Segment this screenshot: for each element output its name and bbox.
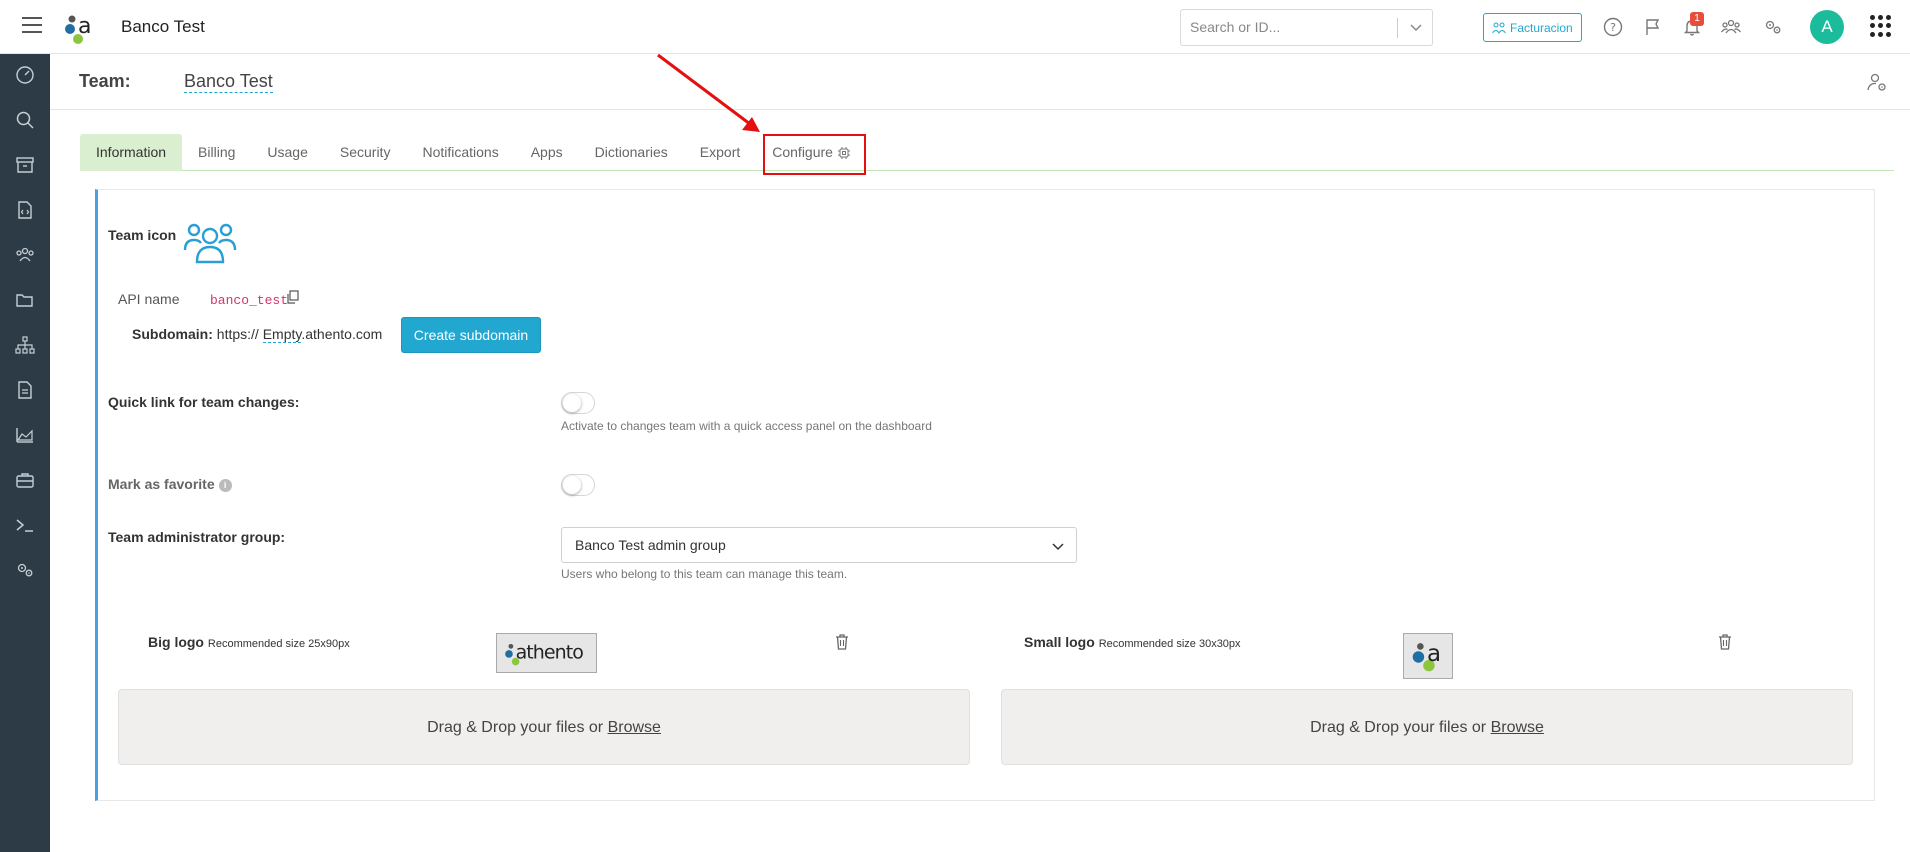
browse-link[interactable]: Browse — [608, 719, 661, 736]
annotation-arrow — [657, 53, 760, 132]
team-header: Team: Banco Test — [50, 54, 1910, 110]
team-label: Team: — [79, 71, 131, 91]
top-bar: a Banco Test Facturacion ? 1 A — [0, 0, 1910, 54]
subdomain-row: Subdomain: https:// Empty.athento.com — [132, 326, 383, 343]
info-icon[interactable]: i — [218, 479, 232, 492]
team-users-icon[interactable] — [183, 220, 237, 266]
small-logo-preview: a — [1403, 633, 1453, 679]
small-logo-dropzone[interactable]: Drag & Drop your files or Browse — [1001, 689, 1853, 765]
apps-grid-icon[interactable] — [1870, 15, 1892, 37]
browse-link[interactable]: Browse — [1491, 719, 1544, 736]
tab-billing[interactable]: Billing — [182, 134, 251, 171]
chevron-down-icon — [1052, 543, 1064, 551]
facturacion-label: Facturacion — [1510, 20, 1573, 35]
quick-link-hint: Activate to changes team with a quick ac… — [561, 419, 932, 433]
big-logo-hint: Recommended size 25x90px — [207, 638, 350, 650]
dropzone-text: Drag & Drop your files or — [427, 719, 604, 736]
area-chart-icon[interactable] — [14, 424, 36, 446]
terminal-icon[interactable] — [14, 514, 36, 536]
team-icon-label: Team icon — [108, 227, 177, 243]
svg-text:a: a — [78, 14, 91, 39]
subdomain-label: Subdomain: — [132, 326, 213, 342]
hamburger-menu-icon[interactable] — [22, 17, 42, 33]
app-title: Banco Test — [121, 17, 205, 36]
facturacion-button[interactable]: Facturacion — [1483, 13, 1582, 42]
svg-text:a: a — [1427, 641, 1441, 667]
quick-link-label: Quick link for team changes: — [108, 394, 300, 410]
flag-icon[interactable] — [1642, 16, 1664, 38]
small-logo-title: Small logo Recommended size 30x30px — [1024, 634, 1241, 650]
trash-icon[interactable] — [835, 634, 849, 650]
tab-apps[interactable]: Apps — [515, 134, 579, 171]
archive-icon[interactable] — [14, 154, 36, 176]
search-box[interactable] — [1180, 9, 1433, 46]
subdomain-prefix: https:// — [216, 326, 259, 342]
athento-logo[interactable]: a — [62, 11, 96, 45]
team-tabs: Information Billing Usage Security Notif… — [80, 134, 1894, 171]
quick-link-toggle[interactable] — [561, 392, 595, 414]
big-logo-dropzone[interactable]: Drag & Drop your files or Browse — [118, 689, 970, 765]
search-divider — [1397, 18, 1398, 38]
dropzone-text: Drag & Drop your files or — [1310, 719, 1487, 736]
big-logo-title: Big logo Recommended size 25x90px — [148, 634, 350, 650]
tab-information[interactable]: Information — [80, 134, 183, 171]
document-icon[interactable] — [14, 379, 36, 401]
folders-icon[interactable] — [14, 289, 36, 311]
tab-usage[interactable]: Usage — [251, 134, 323, 171]
user-avatar[interactable]: A — [1810, 10, 1844, 44]
chevron-down-icon[interactable] — [1410, 21, 1422, 33]
user-settings-icon[interactable] — [1866, 71, 1888, 93]
tab-security[interactable]: Security — [324, 134, 407, 171]
admin-group-value: Banco Test admin group — [575, 537, 726, 553]
users-icon[interactable] — [14, 244, 36, 266]
svg-text:?: ? — [1610, 21, 1616, 34]
subdomain-suffix: .athento.com — [301, 326, 383, 342]
gears-icon[interactable] — [1762, 16, 1784, 38]
big-logo-text: athento — [516, 642, 584, 664]
api-name-label: API name — [118, 291, 180, 307]
favorite-toggle[interactable] — [561, 474, 595, 496]
toolbox-icon[interactable] — [14, 469, 36, 491]
sidebar — [0, 54, 50, 852]
team-users-icon[interactable] — [1720, 16, 1742, 38]
team-info-panel: Team icon API name banco_test Subdomain:… — [95, 189, 1875, 801]
settings-gears-icon[interactable] — [14, 559, 36, 581]
search-icon[interactable] — [14, 109, 36, 131]
annotation-highlight-box — [763, 134, 866, 175]
sitemap-icon[interactable] — [14, 334, 36, 356]
search-input[interactable] — [1190, 19, 1390, 35]
tab-notifications[interactable]: Notifications — [406, 134, 514, 171]
favorite-row: Mark as favorite i — [108, 476, 232, 492]
notification-badge: 1 — [1690, 12, 1704, 26]
subdomain-value-editable[interactable]: Empty — [262, 326, 302, 343]
favorite-label: Mark as favorite — [108, 476, 215, 492]
admin-group-hint: Users who belong to this team can manage… — [561, 567, 848, 581]
team-name-editable[interactable]: Banco Test — [184, 71, 273, 93]
help-icon[interactable]: ? — [1602, 16, 1624, 38]
big-logo-label: Big logo — [148, 634, 204, 650]
create-subdomain-button[interactable]: Create subdomain — [401, 317, 541, 353]
big-logo-preview: athento — [496, 633, 597, 673]
code-file-icon[interactable] — [14, 199, 36, 221]
copy-icon[interactable] — [286, 290, 300, 304]
users-icon — [1492, 22, 1506, 34]
small-logo-label: Small logo — [1024, 634, 1095, 650]
small-logo-hint: Recommended size 30x30px — [1098, 638, 1241, 650]
dashboard-icon[interactable] — [14, 64, 36, 86]
admin-group-label: Team administrator group: — [108, 529, 286, 545]
api-name-value: banco_test — [210, 293, 289, 308]
admin-group-select[interactable]: Banco Test admin group — [561, 527, 1077, 563]
trash-icon[interactable] — [1718, 634, 1732, 650]
